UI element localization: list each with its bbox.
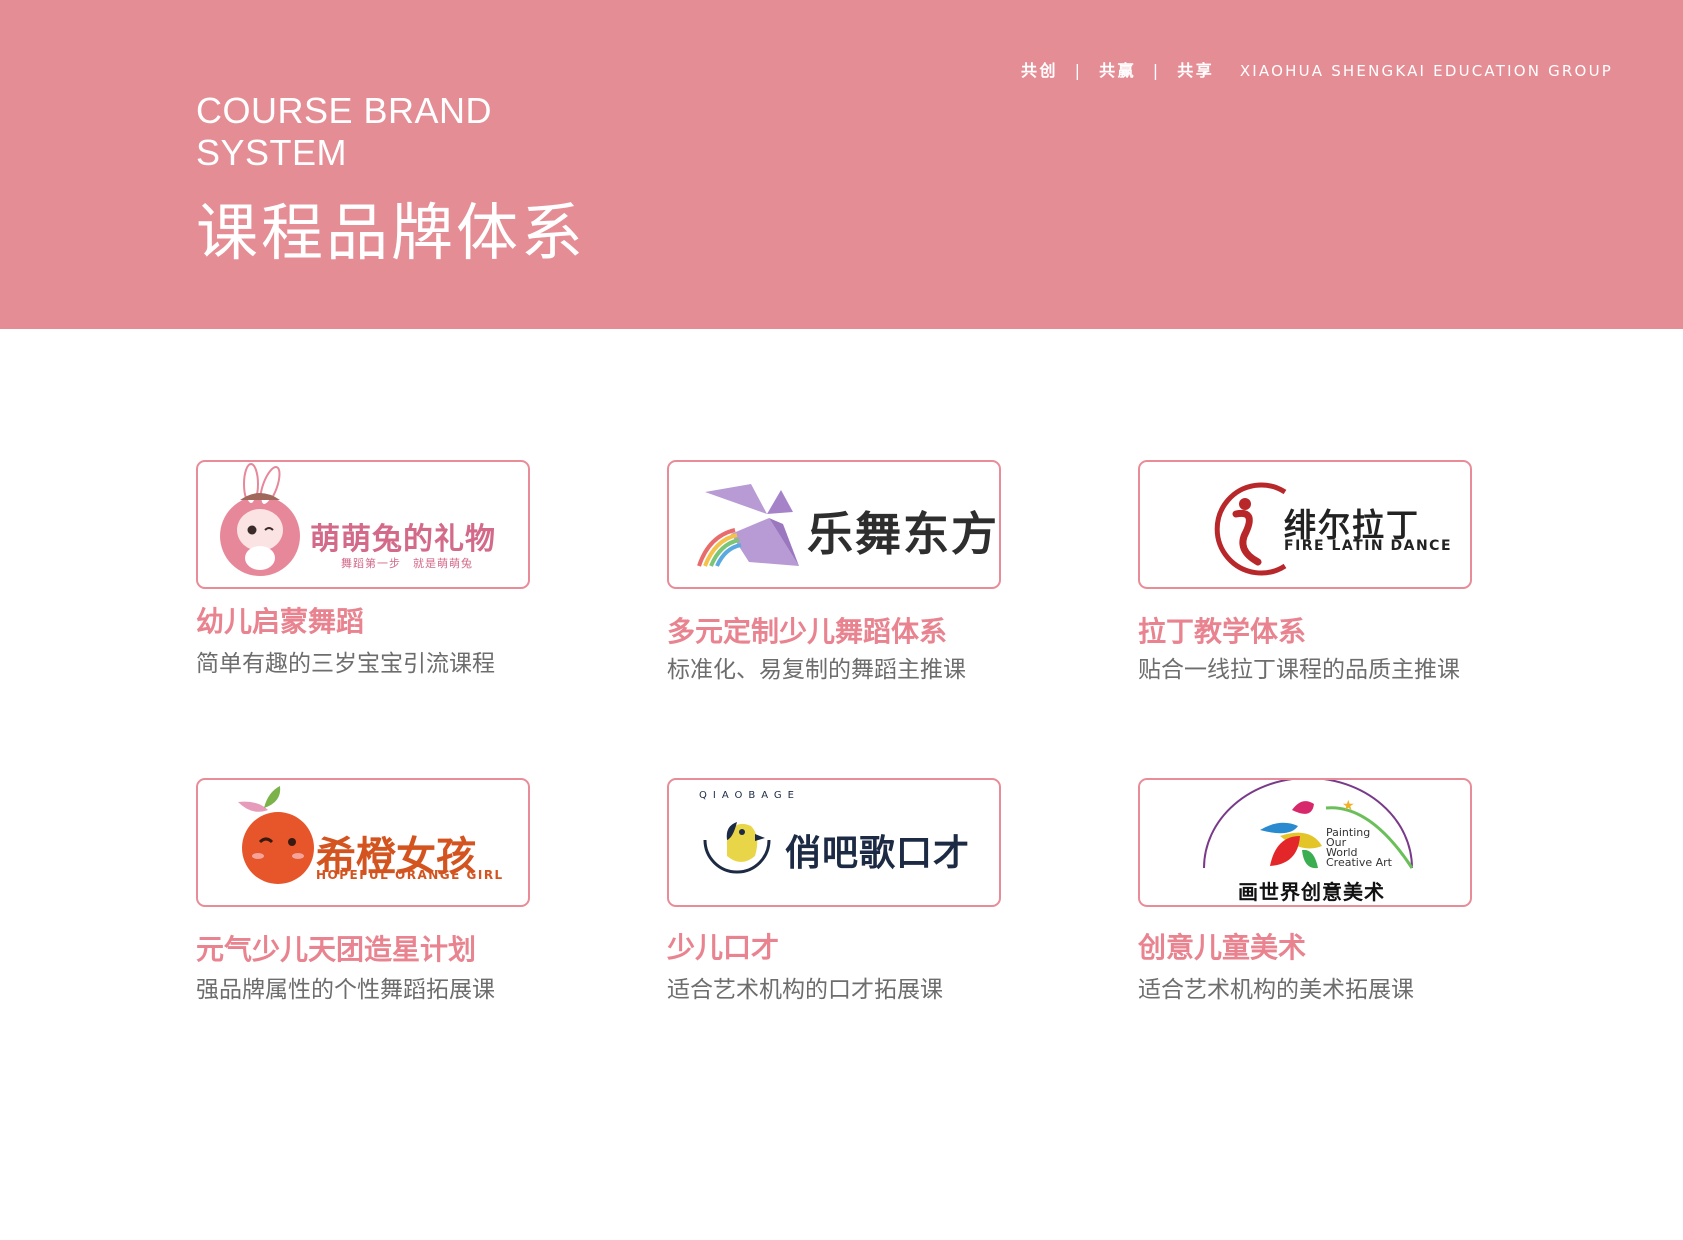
course-description: 强品牌属性的个性舞蹈拓展课 (196, 977, 495, 1003)
course-logo: 绯尔拉丁 FIRE LATIN DANCE (1138, 460, 1472, 589)
header-tagline: 共创 | 共赢 | 共享 XIAOHUA SHENGKAI EDUCATION … (1021, 57, 1613, 81)
group-name: XIAOHUA SHENGKAI EDUCATION GROUP (1239, 62, 1613, 80)
course-title: 多元定制少儿舞蹈体系 (667, 615, 948, 648)
course-title: 幼儿启蒙舞蹈 (196, 605, 365, 638)
course-card: QIAOBAGE 俏吧歌口才 少儿口才 适合艺术机构的口才拓展课 (667, 778, 1087, 1018)
course-description: 适合艺术机构的口才拓展课 (667, 977, 943, 1003)
course-card: 萌萌兔的礼物 舞蹈第一步 就是萌萌兔 幼儿启蒙舞蹈 简单有趣的三岁宝宝引流课程 (196, 460, 616, 700)
logo-name: 乐舞东方 (807, 507, 999, 561)
page-title-english: COURSE BRAND SYSTEM (196, 90, 616, 174)
svg-text:★: ★ (1342, 798, 1355, 814)
tagline-part: 共享 (1177, 61, 1215, 80)
course-title: 元气少儿天团造星计划 (196, 933, 477, 966)
course-description: 适合艺术机构的美术拓展课 (1138, 977, 1414, 1003)
course-card: 希橙女孩 HOPEFUL ORANGE GIRL 元气少儿天团造星计划 强品牌属… (196, 778, 616, 1018)
title-en-line: COURSE BRAND (196, 90, 493, 131)
course-title: 拉丁教学体系 (1138, 615, 1307, 648)
logo-slogan: 舞蹈第一步 就是萌萌兔 (341, 557, 473, 570)
logo-name: 萌萌兔的礼物 (310, 522, 496, 557)
course-title: 创意儿童美术 (1138, 931, 1307, 964)
tagline-part: 共赢 (1099, 61, 1137, 80)
tagline-part: 共创 (1021, 61, 1059, 80)
course-card: 乐舞东方 多元定制少儿舞蹈体系 标准化、易复制的舞蹈主推课 (667, 460, 1087, 700)
course-title: 少儿口才 (667, 931, 780, 964)
logo-english-line: Creative Art (1326, 856, 1392, 869)
logo-name: 画世界创意美术 (1238, 880, 1385, 904)
tagline-separator: | (1074, 61, 1083, 80)
course-logo: 乐舞东方 (667, 460, 1001, 589)
logo-english: HOPEFUL ORANGE GIRL (316, 868, 504, 882)
tagline-separator: | (1152, 61, 1161, 80)
course-card: 绯尔拉丁 FIRE LATIN DANCE 拉丁教学体系 贴合一线拉丁课程的品质… (1138, 460, 1558, 700)
title-en-line: SYSTEM (196, 132, 348, 173)
logo-name: 俏吧歌口才 (785, 833, 971, 874)
course-logo: QIAOBAGE 俏吧歌口才 (667, 778, 1001, 907)
course-logo: 萌萌兔的礼物 舞蹈第一步 就是萌萌兔 (196, 460, 530, 589)
logo-english-block: Painting Our World Creative Art (1326, 827, 1392, 869)
course-logo: ★ Painting Our World Creative Art 画世界创意美… (1138, 778, 1472, 907)
course-logo: 希橙女孩 HOPEFUL ORANGE GIRL (196, 778, 530, 907)
header-banner: 共创 | 共赢 | 共享 XIAOHUA SHENGKAI EDUCATION … (0, 0, 1683, 329)
logo-arc-text: QIAOBAGE (699, 790, 800, 801)
course-card: ★ Painting Our World Creative Art 画世界创意美… (1138, 778, 1558, 1018)
course-description: 贴合一线拉丁课程的品质主推课 (1138, 657, 1460, 683)
course-description: 简单有趣的三岁宝宝引流课程 (196, 651, 495, 677)
logo-english: FIRE LATIN DANCE (1284, 538, 1453, 554)
page-title: 课程品牌体系 (196, 196, 587, 269)
course-description: 标准化、易复制的舞蹈主推课 (667, 657, 966, 683)
